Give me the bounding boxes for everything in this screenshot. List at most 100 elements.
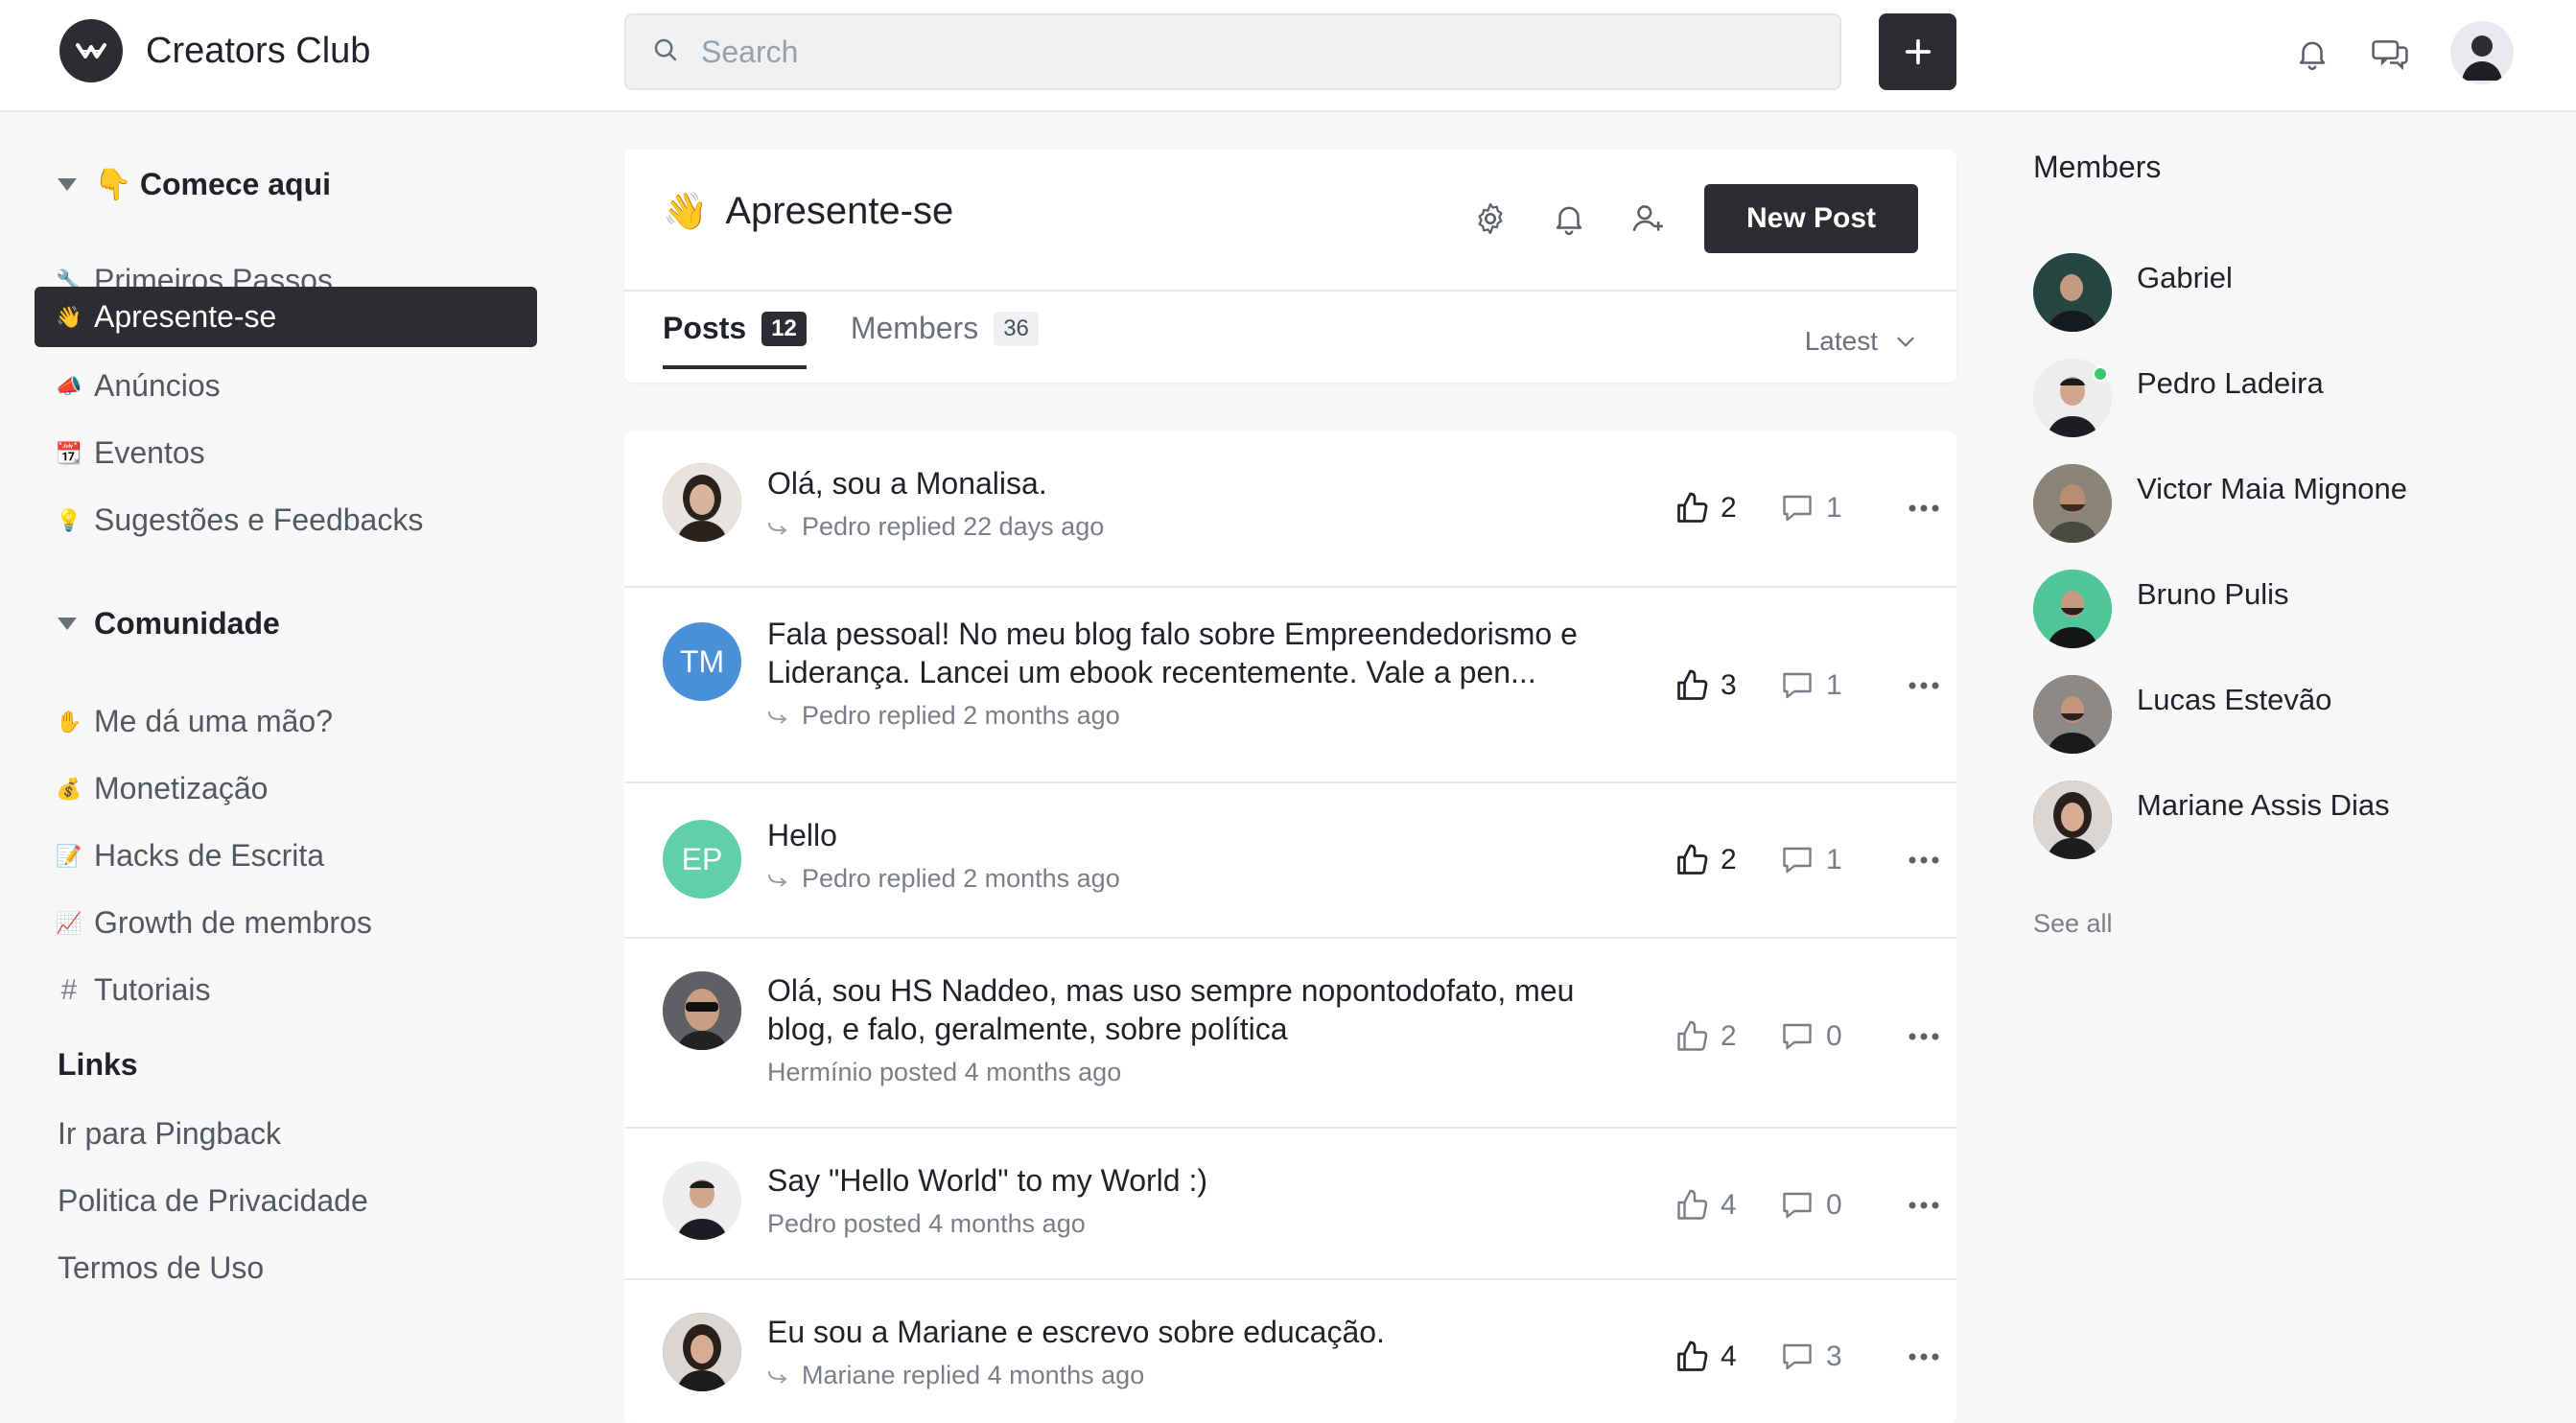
post-row[interactable]: Olá, sou HS Naddeo, mas uso sempre nopon… xyxy=(624,937,1956,1127)
sidebar-item-apresente-se[interactable]: 👋 Apresente-se xyxy=(35,287,537,347)
sidebar-item-tutoriais[interactable]: # Tutoriais xyxy=(35,960,537,1020)
more-options-button[interactable] xyxy=(1903,1184,1945,1226)
sidebar-item-anuncios[interactable]: 📣 Anúncios xyxy=(35,356,537,416)
section-header-comunidade[interactable]: Comunidade xyxy=(58,606,280,642)
sort-dropdown[interactable]: Latest xyxy=(1805,326,1918,357)
members-panel: Members Gabriel Pedro Ladeira Victor Mai… xyxy=(2033,150,2532,938)
member-item[interactable]: Mariane Assis Dias xyxy=(2033,781,2390,859)
post-stats: 2 1 xyxy=(1674,487,1945,529)
section-emoji: 👇 xyxy=(94,167,132,201)
like-button[interactable]: 3 xyxy=(1674,668,1780,703)
create-button[interactable] xyxy=(1879,13,1956,90)
sidebar-item-label: Monetização xyxy=(94,771,269,805)
member-item[interactable]: Bruno Pulis xyxy=(2033,570,2289,648)
search-bar[interactable] xyxy=(624,13,1841,90)
comment-button[interactable]: 0 xyxy=(1780,1019,1885,1054)
member-item[interactable]: Victor Maia Mignone xyxy=(2033,464,2407,543)
brand[interactable]: Creators Club xyxy=(59,19,370,82)
more-options-button[interactable] xyxy=(1903,1336,1945,1378)
like-button[interactable]: 4 xyxy=(1674,1188,1780,1223)
avatar xyxy=(2033,675,2112,754)
post-title[interactable]: Hello xyxy=(767,816,1630,854)
comment-count: 1 xyxy=(1826,492,1842,524)
more-options-button[interactable] xyxy=(1903,1015,1945,1058)
post-row[interactable]: Eu sou a Mariane e escrevo sobre educaçã… xyxy=(624,1278,1956,1423)
like-button[interactable]: 4 xyxy=(1674,1340,1780,1374)
post-stats: 2 0 xyxy=(1674,1015,1945,1058)
member-name: Gabriel xyxy=(2137,261,2233,294)
sidebar-item-growth-de-membros[interactable]: 📈 Growth de membros xyxy=(35,893,537,953)
post-meta: Pedro posted 4 months ago xyxy=(767,1209,1086,1239)
space-settings-button[interactable] xyxy=(1468,197,1512,241)
link-ir-para-pingback[interactable]: Ir para Pingback xyxy=(58,1116,281,1152)
reply-icon xyxy=(768,711,787,724)
search-input[interactable] xyxy=(701,34,1756,70)
more-options-button[interactable] xyxy=(1903,665,1945,707)
post-stats: 2 1 xyxy=(1674,839,1945,881)
member-item[interactable]: Gabriel xyxy=(2033,253,2233,332)
thumbs-up-icon xyxy=(1677,1189,1708,1220)
see-all-link[interactable]: See all xyxy=(2033,909,2113,939)
notifications-button[interactable] xyxy=(2291,33,2333,75)
post-row[interactable]: TM Fala pessoal! No meu blog falo sobre … xyxy=(624,586,1956,781)
member-item[interactable]: Pedro Ladeira xyxy=(2033,359,2324,437)
avatar xyxy=(663,1161,741,1240)
more-options-button[interactable] xyxy=(1903,839,1945,881)
space-actions: New Post xyxy=(1468,184,1918,253)
post-row[interactable]: EP Hello Pedro replied 2 months ago 2 1 xyxy=(624,781,1956,937)
thumbs-up-icon xyxy=(1677,1341,1708,1371)
messages-button[interactable] xyxy=(2369,33,2411,75)
post-row[interactable]: Olá, sou a Monalisa. Pedro replied 22 da… xyxy=(624,432,1956,586)
sidebar-item-monetizacao[interactable]: 💰 Monetização xyxy=(35,758,537,819)
avatar xyxy=(663,971,741,1050)
post-title[interactable]: Olá, sou a Monalisa. xyxy=(767,464,1630,502)
gear-icon xyxy=(1478,202,1503,235)
new-post-button[interactable]: New Post xyxy=(1703,184,1918,253)
comment-button[interactable]: 1 xyxy=(1780,491,1885,525)
post-title[interactable]: Olá, sou HS Naddeo, mas uso sempre nopon… xyxy=(767,971,1630,1048)
caret-down-icon xyxy=(58,618,77,630)
ellipsis-icon xyxy=(1909,682,1939,689)
post-title[interactable]: Fala pessoal! No meu blog falo sobre Emp… xyxy=(767,615,1630,691)
chevron-down-icon xyxy=(1897,337,1914,347)
member-item[interactable]: Lucas Estevão xyxy=(2033,675,2331,754)
tab-label: Posts xyxy=(663,311,747,345)
user-avatar[interactable] xyxy=(2450,21,2514,84)
post-row[interactable]: Say "Hello World" to my World :) Pedro p… xyxy=(624,1127,1956,1278)
link-termos-de-uso[interactable]: Termos de Uso xyxy=(58,1250,264,1286)
comment-button[interactable]: 1 xyxy=(1780,668,1885,703)
comment-icon xyxy=(1783,847,1812,874)
like-button[interactable]: 2 xyxy=(1674,843,1780,877)
like-count: 4 xyxy=(1721,1341,1737,1372)
section-header-comece-aqui[interactable]: 👇 Comece aqui xyxy=(58,166,331,202)
tab-members[interactable]: Members 36 xyxy=(851,311,1039,369)
sidebar-item-label: Growth de membros xyxy=(94,905,372,940)
more-options-button[interactable] xyxy=(1903,487,1945,529)
sidebar-item-me-da-uma-mao[interactable]: ✋ Me dá uma mão? xyxy=(35,691,537,752)
comment-button[interactable]: 1 xyxy=(1780,843,1885,877)
comment-icon xyxy=(1783,1343,1812,1370)
user-plus-icon xyxy=(1632,205,1663,232)
sidebar-item-sugestoes[interactable]: 💡 Sugestões e Feedbacks xyxy=(35,490,537,550)
sidebar-item-hacks-de-escrita[interactable]: 📝 Hacks de Escrita xyxy=(35,826,537,886)
avatar xyxy=(2033,781,2112,859)
calendar-icon: 📆 xyxy=(56,440,82,465)
post-title[interactable]: Eu sou a Mariane e escrevo sobre educaçã… xyxy=(767,1313,1630,1351)
post-meta: Pedro replied 22 days ago xyxy=(767,512,1104,542)
comment-button[interactable]: 0 xyxy=(1780,1188,1885,1223)
add-member-button[interactable] xyxy=(1626,197,1670,241)
comment-button[interactable]: 3 xyxy=(1780,1340,1885,1374)
like-button[interactable]: 2 xyxy=(1674,491,1780,525)
space-notifications-button[interactable] xyxy=(1547,197,1591,241)
tab-posts[interactable]: Posts 12 xyxy=(663,311,807,369)
post-stats: 4 3 xyxy=(1674,1336,1945,1378)
space-title: 👋 Apresente-se xyxy=(663,190,953,233)
thumbs-up-icon xyxy=(1677,844,1708,875)
avatar xyxy=(2033,253,2112,332)
sidebar-item-eventos[interactable]: 📆 Eventos xyxy=(35,423,537,483)
post-title[interactable]: Say "Hello World" to my World :) xyxy=(767,1161,1630,1200)
reply-icon xyxy=(768,874,787,887)
like-button[interactable]: 2 xyxy=(1674,1019,1780,1054)
divider xyxy=(624,290,1956,292)
link-politica-de-privacidade[interactable]: Politica de Privacidade xyxy=(58,1183,368,1219)
